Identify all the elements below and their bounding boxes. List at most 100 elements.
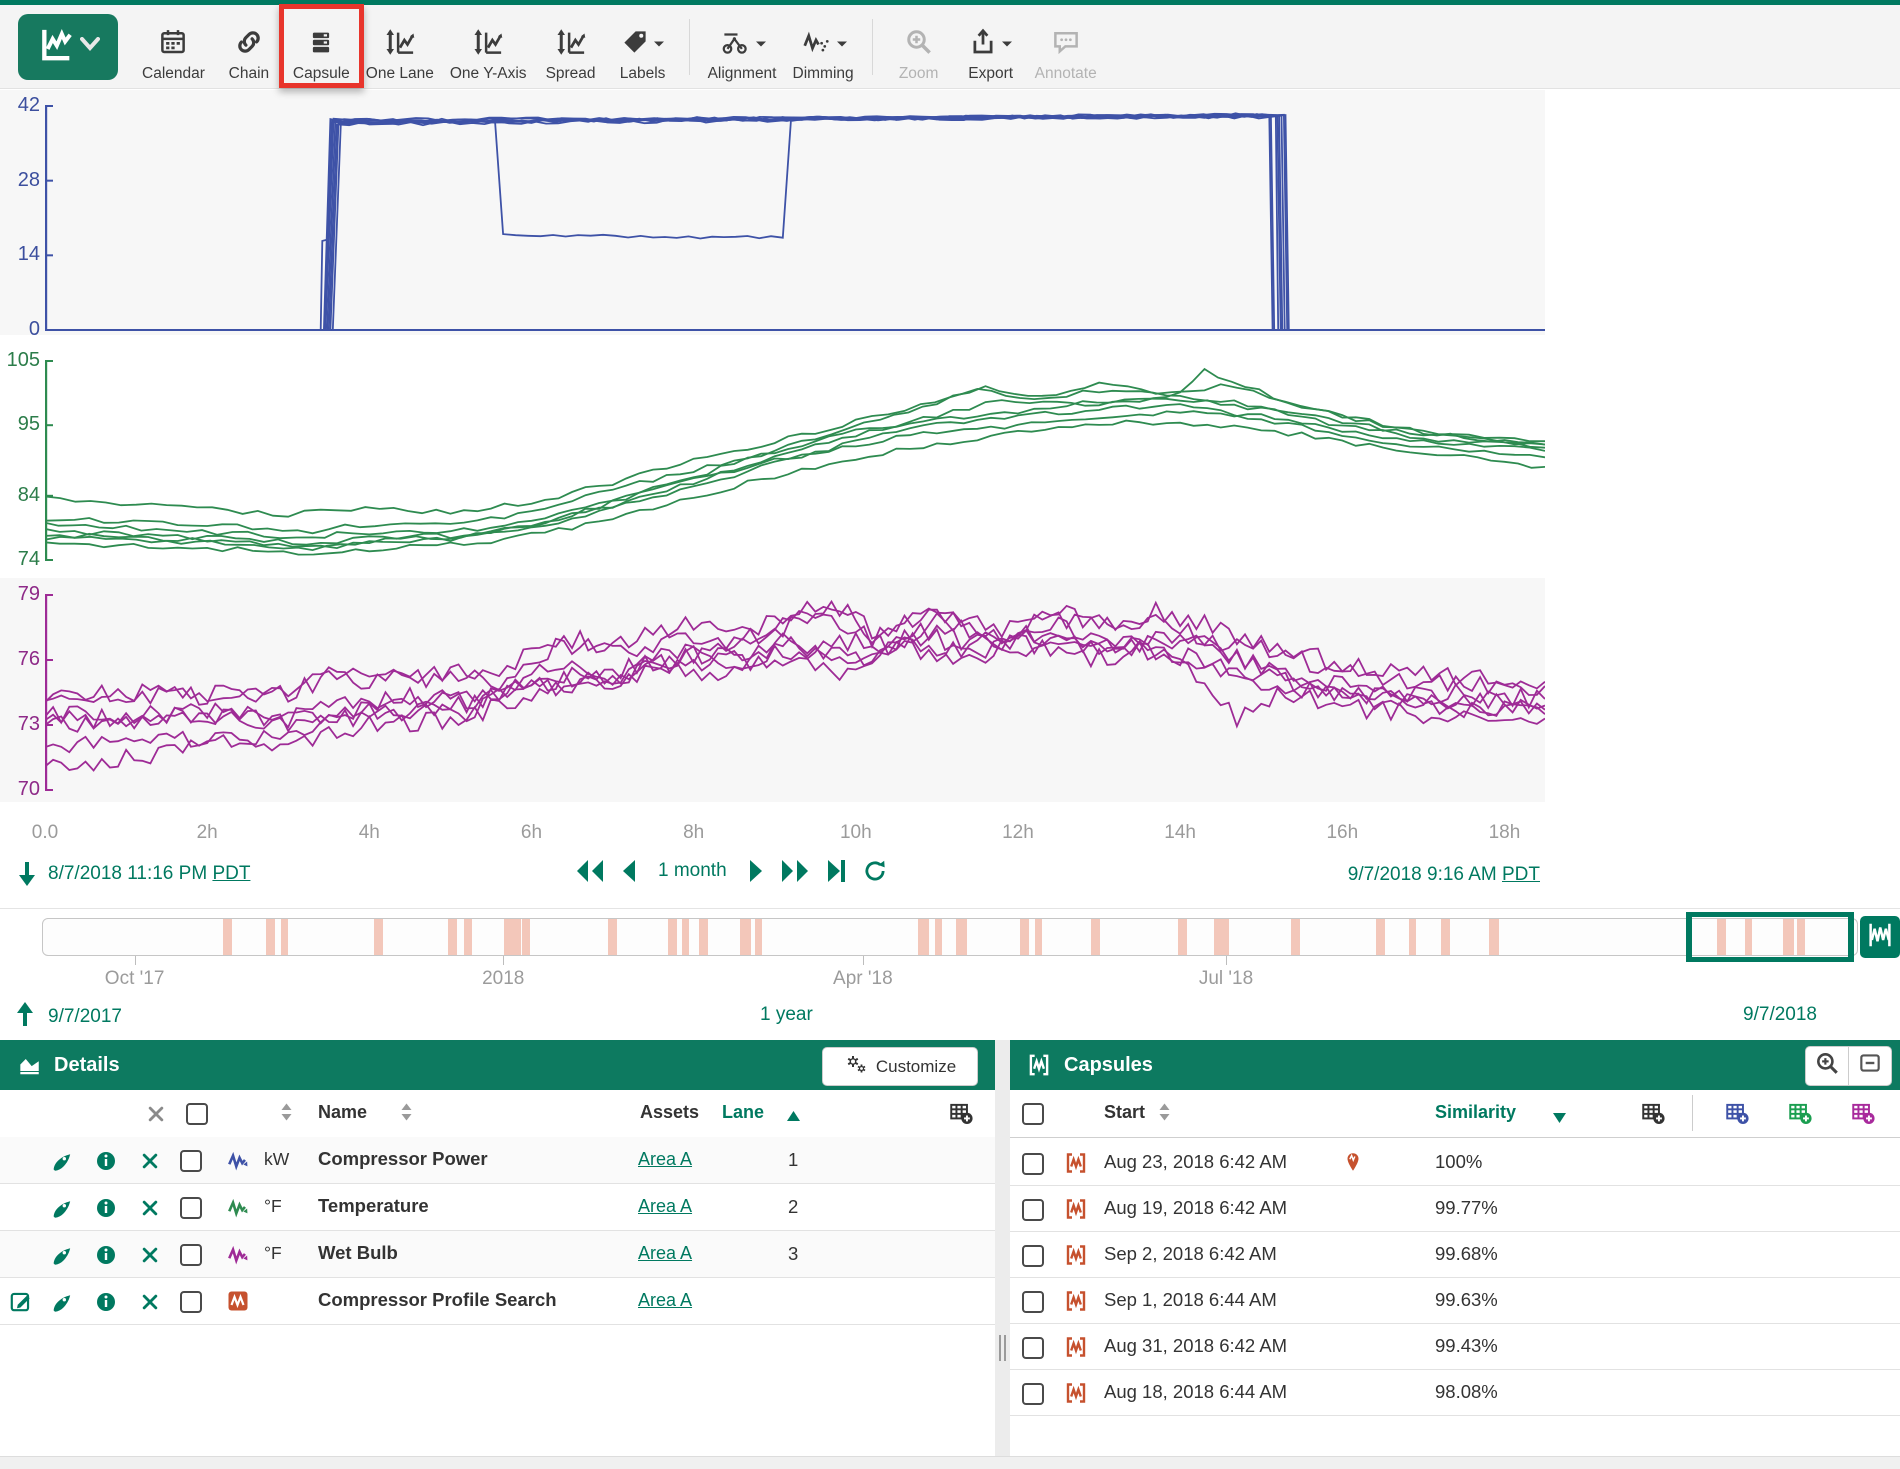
- display-range-selector[interactable]: [1686, 912, 1853, 962]
- range-start-arrow-icon[interactable]: [16, 860, 38, 888]
- add-column-icon[interactable]: [948, 1100, 974, 1126]
- page-forward-button[interactable]: [780, 858, 810, 884]
- capsule-checkbox[interactable]: [1022, 1153, 1044, 1175]
- toolbar-one-y-axis-button[interactable]: One Y-Axis: [450, 11, 527, 83]
- send-to-icon[interactable]: [50, 1290, 74, 1314]
- capsule-start[interactable]: Aug 19, 2018 6:42 AM: [1104, 1197, 1287, 1219]
- capsule-start[interactable]: Sep 1, 2018 6:44 AM: [1104, 1289, 1277, 1311]
- select-all-capsules-checkbox[interactable]: [1022, 1103, 1044, 1125]
- toolbar-one-lane-button[interactable]: One Lane: [366, 11, 434, 83]
- investigate-duration[interactable]: 1 year: [760, 1004, 813, 1026]
- asset-link[interactable]: Area A: [638, 1196, 692, 1217]
- sort-desc-icon[interactable]: [1552, 1108, 1567, 1129]
- column-similarity[interactable]: Similarity: [1435, 1102, 1516, 1123]
- capsule-checkbox[interactable]: [1022, 1337, 1044, 1359]
- step-forward-button[interactable]: [749, 858, 764, 884]
- capsule-stripe: [1489, 919, 1500, 955]
- capsule-time-button[interactable]: [1860, 916, 1900, 958]
- capsule-checkbox[interactable]: [1022, 1383, 1044, 1405]
- toolbar-spread-button[interactable]: Spread: [543, 11, 599, 83]
- lane-plot[interactable]: [45, 578, 1545, 802]
- display-range-end[interactable]: 9/7/2018 9:16 AM PDT: [1348, 864, 1540, 885]
- capsule-checkbox[interactable]: [1022, 1291, 1044, 1313]
- lane-plot[interactable]: [45, 90, 1545, 335]
- asset-link[interactable]: Area A: [638, 1243, 692, 1264]
- item-name[interactable]: Compressor Power: [318, 1148, 488, 1170]
- toolbar-dimming-button[interactable]: Dimming: [793, 11, 854, 83]
- remove-icon[interactable]: [140, 1245, 160, 1265]
- sort-icon[interactable]: [280, 1102, 293, 1127]
- info-icon[interactable]: [94, 1243, 118, 1267]
- lane-wet-bulb[interactable]: 79767370: [0, 578, 1545, 802]
- capsule-stripe: [668, 919, 677, 955]
- step-back-button[interactable]: [621, 858, 636, 884]
- capsule-start[interactable]: Sep 2, 2018 6:42 AM: [1104, 1243, 1277, 1265]
- remove-icon[interactable]: [140, 1292, 160, 1312]
- toolbar-chain-button[interactable]: Chain: [221, 11, 277, 83]
- edit-icon[interactable]: [8, 1288, 34, 1314]
- column-start[interactable]: Start: [1104, 1102, 1145, 1123]
- toolbar-export-button[interactable]: Export: [963, 11, 1019, 83]
- page-back-button[interactable]: [575, 858, 605, 884]
- range-expand-arrow-icon[interactable]: [14, 1000, 36, 1034]
- row-checkbox[interactable]: [180, 1244, 202, 1266]
- capsule-checkbox[interactable]: [1022, 1245, 1044, 1267]
- capsule-checkbox[interactable]: [1022, 1199, 1044, 1221]
- sort-icon[interactable]: [1158, 1102, 1171, 1127]
- add-column-icon[interactable]: [1640, 1100, 1666, 1126]
- display-range-start[interactable]: 8/7/2018 11:16 PM PDT: [48, 863, 250, 885]
- lane-temperature[interactable]: 105958474: [0, 335, 1545, 578]
- send-to-icon[interactable]: [50, 1243, 74, 1267]
- send-to-icon[interactable]: [50, 1196, 74, 1220]
- sort-icon[interactable]: [400, 1102, 413, 1127]
- capsule-start[interactable]: Aug 18, 2018 6:44 AM: [1104, 1381, 1287, 1403]
- capsule-start[interactable]: Aug 23, 2018 6:42 AM: [1104, 1151, 1287, 1173]
- row-checkbox[interactable]: [180, 1150, 202, 1172]
- toolbar-alignment-button[interactable]: Alignment: [708, 11, 777, 83]
- lane-plot[interactable]: [45, 335, 1545, 578]
- item-name[interactable]: Temperature: [318, 1195, 429, 1217]
- panel-resize-divider[interactable]: [995, 1040, 1010, 1456]
- remove-icon[interactable]: [140, 1198, 160, 1218]
- row-checkbox[interactable]: [180, 1291, 202, 1313]
- row-checkbox[interactable]: [180, 1197, 202, 1219]
- capsule-start[interactable]: Aug 31, 2018 6:42 AM: [1104, 1335, 1287, 1357]
- column-name[interactable]: Name: [318, 1102, 367, 1123]
- column-assets[interactable]: Assets: [640, 1102, 699, 1123]
- signal-icon: [226, 1195, 252, 1221]
- go-to-end-button[interactable]: [826, 858, 846, 884]
- add-signal-column-magenta-icon[interactable]: [1850, 1100, 1876, 1126]
- toolbar-labels-button[interactable]: Labels: [615, 11, 671, 83]
- send-to-icon[interactable]: [50, 1149, 74, 1173]
- timezone-link-end[interactable]: PDT: [1502, 864, 1540, 885]
- remove-icon[interactable]: [140, 1151, 160, 1171]
- customize-button[interactable]: Customize: [822, 1047, 978, 1086]
- remove-all-icon[interactable]: [146, 1104, 166, 1124]
- one-y-axis-icon: [471, 27, 505, 62]
- lane-compressor-power[interactable]: 4228140: [0, 90, 1545, 335]
- info-icon[interactable]: [94, 1196, 118, 1220]
- timezone-link[interactable]: PDT: [212, 863, 250, 884]
- zoom-to-capsule-button[interactable]: [1805, 1046, 1849, 1086]
- item-name[interactable]: Wet Bulb: [318, 1242, 398, 1264]
- resize-grip[interactable]: [998, 1335, 1007, 1361]
- range-step-label[interactable]: 1 month: [658, 860, 727, 882]
- select-all-checkbox[interactable]: [186, 1103, 208, 1125]
- investigate-end-date[interactable]: 9/7/2018: [1743, 1004, 1817, 1026]
- column-lane[interactable]: Lane: [722, 1102, 764, 1123]
- auto-update-button[interactable]: [862, 858, 888, 884]
- toolbar-capsule-button[interactable]: Capsule: [293, 11, 350, 83]
- asset-link[interactable]: Area A: [638, 1290, 692, 1311]
- item-name[interactable]: Compressor Profile Search: [318, 1289, 557, 1311]
- toolbar-calendar-button[interactable]: Calendar: [142, 11, 205, 83]
- info-icon[interactable]: [94, 1290, 118, 1314]
- add-signal-column-blue-icon[interactable]: [1724, 1100, 1750, 1126]
- info-icon[interactable]: [94, 1149, 118, 1173]
- investigate-start-date[interactable]: 9/7/2017: [48, 1006, 122, 1028]
- collapse-panel-button[interactable]: [1849, 1046, 1892, 1086]
- add-signal-column-green-icon[interactable]: [1787, 1100, 1813, 1126]
- timeline-scrubber[interactable]: [42, 918, 1858, 956]
- view-selector-button[interactable]: [18, 14, 118, 80]
- asset-link[interactable]: Area A: [638, 1149, 692, 1170]
- sort-asc-icon[interactable]: [786, 1106, 801, 1127]
